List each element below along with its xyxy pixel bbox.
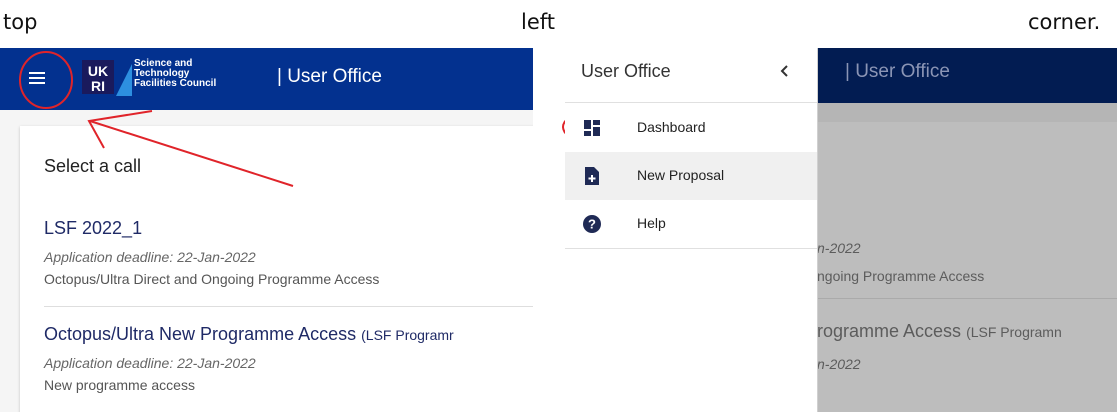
logo-line-3: Facilities Council	[134, 78, 217, 89]
ukri-stfc-logo: UK RI Science and Technology Facilities …	[80, 58, 255, 98]
svg-text:?: ?	[588, 217, 596, 232]
svg-text:UK: UK	[88, 63, 108, 79]
call-name: LSF 2022_1	[44, 218, 143, 238]
screenshot-open-menu: User Office Dashboard New Proposal ? Hel…	[565, 48, 1117, 412]
logo-wordmark: Science and Technology Facilities Counci…	[134, 59, 216, 89]
select-call-card: Select a call LSF 2022_1 Application dea…	[20, 126, 533, 412]
chevron-left-icon	[780, 65, 788, 77]
nav-item-help[interactable]: ? Help	[565, 200, 817, 248]
call-name: Octopus/Ultra New Programme Access (LSF …	[44, 324, 454, 344]
navigation-drawer: User Office Dashboard New Proposal ? Hel…	[565, 48, 818, 412]
divider	[44, 306, 533, 307]
ukri-logo-mark: UK RI	[82, 60, 132, 96]
app-bar-dimmed: | User Office	[817, 48, 1117, 103]
caption: top left corner.	[0, 0, 1117, 48]
menu-button[interactable]	[17, 58, 57, 98]
drawer-header: User Office	[565, 48, 817, 103]
close-drawer-button[interactable]	[773, 59, 797, 83]
help-circle-icon: ?	[581, 213, 603, 235]
nav-label: Help	[637, 215, 666, 231]
app-bar: UK RI Science and Technology Facilities …	[0, 48, 533, 110]
call-description-dimmed: ngoing Programme Access	[817, 268, 985, 284]
call-deadline-dimmed: n-2022	[817, 240, 861, 256]
call-deadline: Application deadline: 22-Jan-2022	[44, 355, 256, 371]
dashboard-icon	[581, 117, 603, 139]
call-description: Octopus/Ultra Direct and Ongoing Program…	[44, 271, 380, 287]
call-deadline: Application deadline: 22-Jan-2022	[44, 249, 256, 265]
app-title-dimmed: | User Office	[845, 61, 950, 82]
hamburger-menu-icon	[29, 72, 45, 84]
card-title: Select a call	[44, 156, 142, 176]
drawer-backdrop[interactable]: | User Office n-2022 ngoing Programme Ac…	[817, 48, 1117, 412]
call-item[interactable]: Octopus/Ultra New Programme Access (LSF …	[44, 324, 533, 393]
nav-item-new-proposal[interactable]: New Proposal	[565, 152, 817, 200]
drawer-divider	[565, 248, 817, 249]
svg-text:RI: RI	[91, 78, 105, 94]
caption-word-top: top	[3, 10, 38, 34]
call-name-dimmed: rogramme Access (LSF Programn	[817, 321, 1062, 341]
nav-item-dashboard[interactable]: Dashboard	[565, 104, 817, 152]
note-add-icon	[581, 165, 603, 187]
screenshot-closed-menu: UK RI Science and Technology Facilities …	[0, 48, 533, 412]
call-deadline-dimmed: n-2022	[817, 356, 861, 372]
call-description: New programme access	[44, 377, 195, 393]
drawer-title: User Office	[581, 61, 671, 81]
caption-word-left: left	[521, 10, 556, 34]
nav-label: New Proposal	[637, 167, 725, 183]
call-item[interactable]: LSF 2022_1 Application deadline: 22-Jan-…	[44, 218, 533, 287]
caption-word-corner: corner.	[1028, 10, 1101, 34]
select-call-card-dimmed: n-2022 ngoing Programme Access rogramme …	[817, 122, 1117, 412]
app-title: | User Office	[277, 66, 382, 87]
divider-dimmed	[817, 298, 1117, 299]
nav-label: Dashboard	[637, 119, 706, 135]
